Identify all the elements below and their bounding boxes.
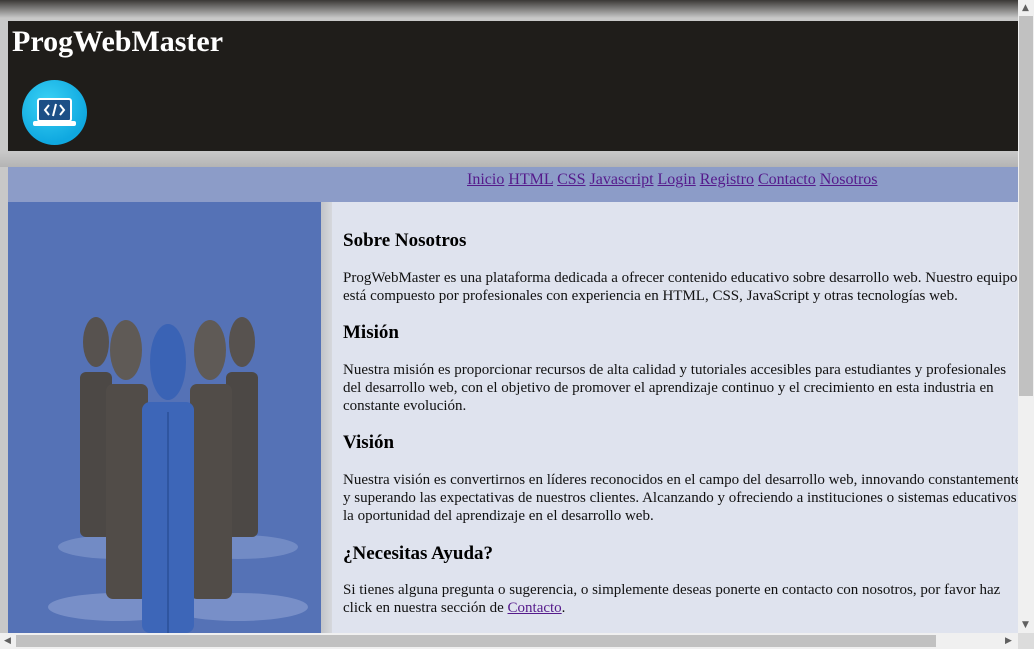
help-heading: ¿Necesitas Ayuda? [343,543,494,564]
site-header: ProgWebMaster [8,21,1018,151]
vision-heading: Visión [343,432,395,453]
mission-heading: Misión [343,322,399,343]
site-title: ProgWebMaster [12,25,224,58]
nav-link-contacto[interactable]: Contacto [758,171,816,188]
header-shadow-band [0,151,1018,167]
nav-link-javascript[interactable]: Javascript [590,171,654,188]
vertical-scrollbar-thumb[interactable] [1019,16,1033,396]
contact-link[interactable]: Contacto [508,600,562,616]
scrollbar-corner [1018,633,1034,649]
page-viewport: ProgWebMaster Inicio HTML CSS Javascript… [0,0,1018,633]
about-text: ProgWebMaster es una plataforma dedicada… [343,270,1018,304]
nav-link-html[interactable]: HTML [508,171,553,188]
nav-link-css[interactable]: CSS [557,171,585,188]
mission-text: Nuestra misión es proporcionar recursos … [343,362,1007,414]
horizontal-scrollbar-thumb[interactable] [16,635,936,647]
nav-link-nosotros[interactable]: Nosotros [820,171,878,188]
scroll-left-arrow-icon[interactable]: ◀ [4,636,11,646]
help-text: Si tienes alguna pregunta o sugerencia, … [343,581,1018,617]
nav-links: Inicio HTML CSS Javascript Login Registr… [467,171,878,189]
help-text-before: Si tienes alguna pregunta o sugerencia, … [343,582,1001,616]
help-text-after: . [561,600,566,616]
nav-link-inicio[interactable]: Inicio [467,171,504,188]
scroll-up-arrow-icon[interactable]: ▲ [1022,3,1029,13]
nav-link-login[interactable]: Login [658,171,696,188]
main-content: Sobre Nosotros ProgWebMaster es una plat… [332,202,1018,633]
about-heading: Sobre Nosotros [343,230,467,251]
vision-text: Nuestra visión es convertirnos en lídere… [343,472,1018,524]
column-divider [321,202,332,633]
team-people-icon [8,202,321,633]
laptop-code-icon [22,80,87,145]
scroll-right-arrow-icon[interactable]: ▶ [1005,636,1012,646]
nav-link-registro[interactable]: Registro [700,171,754,188]
scroll-down-arrow-icon[interactable]: ▼ [1022,620,1029,630]
main-nav: Inicio HTML CSS Javascript Login Registr… [8,167,1018,202]
